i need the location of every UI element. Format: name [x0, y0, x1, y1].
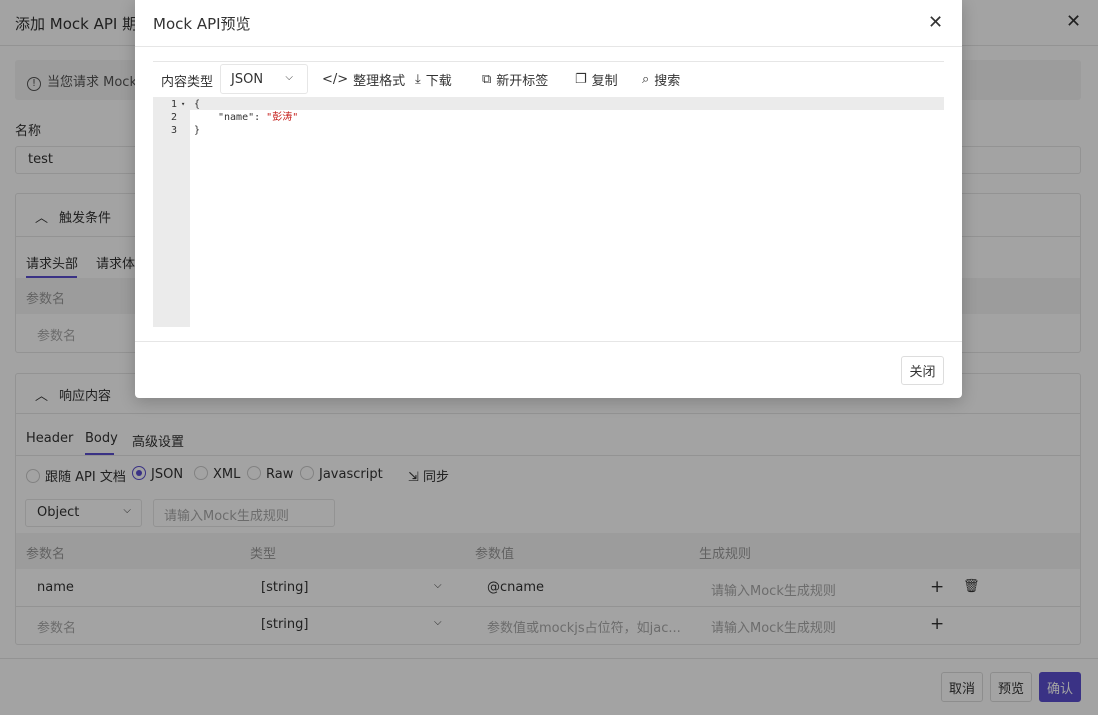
code-text: } [194, 125, 201, 136]
mock-api-preview-modal: Mock API预览 ✕ 内容类型 JSON ⌵ </> 整理格式 ⤓ 下载 ⧉ 新开标… [135, 0, 962, 398]
download-icon: ⤓ [415, 72, 421, 87]
chevron-down-icon: ⌵ [285, 72, 293, 83]
download-label: 下载 [425, 74, 452, 89]
copy-label: 复制 [591, 74, 618, 89]
divider [135, 341, 962, 342]
copy-button[interactable]: ❐ 复制 [575, 70, 618, 89]
search-icon: ⌕ [642, 72, 650, 87]
divider [135, 46, 962, 47]
code-icon: </> [322, 72, 349, 87]
code-text: { [194, 99, 201, 110]
content-type-value: JSON [231, 72, 264, 87]
json-sep: : [254, 112, 267, 123]
line-number: 3 [171, 125, 178, 136]
external-link-icon: ⧉ [482, 72, 492, 87]
close-button[interactable]: 关闭 [901, 356, 944, 385]
divider [153, 61, 944, 62]
line-number: 1 [171, 99, 178, 110]
new-tab-label: 新开标签 [496, 74, 549, 89]
copy-icon: ❐ [575, 72, 587, 87]
format-label: 整理格式 [353, 74, 406, 89]
new-tab-button[interactable]: ⧉ 新开标签 [482, 70, 548, 89]
line-number: 2 [171, 112, 178, 123]
modal-title: Mock API预览 [153, 15, 251, 33]
close-icon[interactable]: ✕ [928, 14, 943, 32]
json-key: "name" [218, 112, 255, 123]
search-button[interactable]: ⌕ 搜索 [642, 70, 680, 89]
download-button[interactable]: ⤓ 下载 [415, 70, 452, 89]
code-lines: 1 ▾ { 2 "name": "彭涛" 3} [153, 98, 907, 137]
content-type-label: 内容类型 [161, 75, 214, 90]
json-string: "彭涛" [266, 112, 299, 123]
content-type-select[interactable]: JSON ⌵ [220, 64, 308, 94]
format-button[interactable]: </> 整理格式 [322, 70, 405, 89]
fold-icon[interactable]: ▾ [181, 98, 185, 111]
code-text: "name": "彭涛" [218, 111, 298, 124]
search-label: 搜索 [654, 74, 681, 89]
code-editor[interactable]: 1 ▾ { 2 "name": "彭涛" 3} [153, 97, 944, 327]
